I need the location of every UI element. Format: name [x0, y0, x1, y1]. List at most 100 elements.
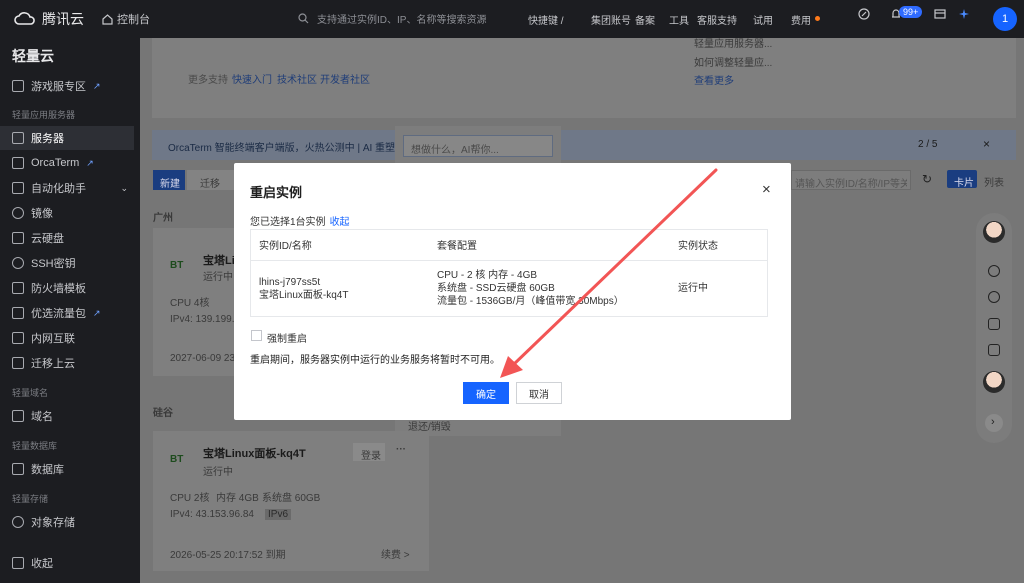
- global-search[interactable]: 支持通过实例ID、IP、名称等搜索资源: [298, 11, 486, 26]
- sidebar-item-label: 对象存储: [31, 517, 75, 529]
- assistant-avatar-2[interactable]: [983, 371, 1005, 393]
- assistant-avatar[interactable]: [983, 221, 1005, 243]
- search-icon: [298, 13, 309, 24]
- book-icon[interactable]: [988, 318, 1000, 330]
- notice-close-icon[interactable]: ×: [983, 137, 990, 151]
- sidebar-item-automation[interactable]: 自动化助手 ⌄: [0, 176, 134, 200]
- ai-sparkle-icon[interactable]: [958, 8, 970, 20]
- row-config-cpu: CPU - 2 核 内存 - 4GB: [437, 270, 538, 281]
- force-restart-label[interactable]: 强制重启: [267, 330, 307, 345]
- sidebar-item-label: 镜像: [31, 208, 53, 220]
- message-icon[interactable]: [988, 344, 1000, 356]
- col-status: 实例状态: [678, 241, 718, 252]
- user-avatar[interactable]: 1: [993, 7, 1017, 31]
- card2-ipv6-tag: IPv6: [265, 509, 292, 520]
- sidebar-item-migration[interactable]: 迁移上云: [0, 351, 134, 375]
- sidebar-item-images[interactable]: 镜像: [0, 201, 134, 225]
- chevron-right-icon[interactable]: ›: [991, 416, 995, 428]
- server-icon: [12, 132, 24, 144]
- database-icon: [12, 463, 24, 475]
- top-link-group-account[interactable]: 集团账号: [591, 12, 635, 27]
- key-icon: [12, 257, 24, 269]
- headset-icon[interactable]: [988, 265, 1000, 277]
- sidebar-item-object-storage[interactable]: 对象存储: [0, 510, 134, 534]
- force-restart-checkbox[interactable]: [251, 330, 262, 341]
- refresh-cycle-icon[interactable]: [988, 291, 1000, 303]
- brand-logo[interactable]: 腾讯云: [14, 9, 84, 29]
- row-config-traffic: 流量包 - 1536GB/月（峰值带宽 30Mbps）: [437, 296, 624, 307]
- sidebar-item-intranet[interactable]: 内网互联: [0, 326, 134, 350]
- help-link-1[interactable]: 轻量应用服务器...: [694, 35, 772, 50]
- migrate-icon: [12, 357, 24, 369]
- migrate-label: 迁移: [200, 179, 220, 190]
- more-icon[interactable]: ···: [396, 444, 406, 455]
- notification-badge: 99+: [899, 6, 923, 18]
- sidebar-item-traffic[interactable]: 优选流量包 ↗: [0, 301, 134, 325]
- sidebar-group-lighthouse: 轻量应用服务器: [12, 110, 76, 120]
- wallet-icon[interactable]: [934, 8, 946, 20]
- refresh-icon[interactable]: ↻: [922, 172, 932, 186]
- close-icon[interactable]: ×: [762, 181, 771, 198]
- ai-input-placeholder: 想做什么，AI帮你...: [411, 145, 499, 156]
- quick-entry[interactable]: 快捷键 /: [528, 12, 590, 27]
- view-card-label: 卡片: [954, 178, 974, 189]
- sidebar-item-ssh-keys[interactable]: SSH密钥: [0, 251, 134, 275]
- new-instance-label: 新建: [160, 179, 180, 190]
- support-label: 更多支持: [188, 75, 228, 86]
- collapse-link[interactable]: 收起: [330, 217, 350, 228]
- card2-disk: 系统盘 60GB: [262, 493, 321, 504]
- top-link-billing[interactable]: 费用: [791, 12, 811, 27]
- sidebar-item-database[interactable]: 数据库: [0, 457, 134, 481]
- network-icon: [12, 332, 24, 344]
- dev-community-link[interactable]: 开发者社区: [320, 71, 370, 86]
- sidebar-item-label: 迁移上云: [31, 358, 75, 370]
- sidebar-item-firewall[interactable]: 防火墙模板: [0, 276, 134, 300]
- tech-community-link[interactable]: 技术社区: [277, 71, 317, 86]
- sidebar-item-disks[interactable]: 云硬盘: [0, 226, 134, 250]
- storage-icon: [12, 516, 24, 528]
- card2-name[interactable]: 宝塔Linux面板-kq4T: [203, 445, 306, 461]
- notice-pager[interactable]: 2 / 5: [918, 139, 937, 150]
- sidebar-group-domain: 轻量域名: [12, 388, 49, 398]
- sidebar-item-servers[interactable]: 服务器: [0, 126, 134, 150]
- bt-logo-icon: BT: [170, 454, 184, 465]
- row-config-disk: 系统盘 - SSD云硬盘 60GB: [437, 283, 555, 294]
- region-guangzhou: 广州: [153, 213, 173, 224]
- view-list-button[interactable]: 列表: [984, 174, 1004, 189]
- sidebar-item-domain[interactable]: 域名: [0, 404, 134, 428]
- cancel-button[interactable]: 取消: [516, 382, 562, 404]
- confirm-button[interactable]: 确定: [463, 382, 509, 404]
- collapse-icon: [12, 557, 24, 569]
- sidebar-item-label: 优选流量包: [31, 308, 86, 320]
- sidebar-group-storage: 轻量存储: [12, 494, 49, 504]
- external-link-icon: ↗: [86, 157, 94, 168]
- sidebar-item-orcaterm[interactable]: OrcaTerm ↗: [0, 151, 134, 175]
- quickstart-link[interactable]: 快速入门: [232, 71, 272, 86]
- top-link-beian[interactable]: 备案: [635, 12, 669, 27]
- card2-status: 运行中: [203, 467, 233, 478]
- external-link-icon: ↗: [93, 307, 101, 318]
- sidebar-item-game-zone[interactable]: 游戏服专区 ↗: [0, 74, 134, 98]
- top-links: 快捷键 / 集团账号 备案 工具 客服支持 试用 费用: [528, 12, 820, 27]
- card1-status: 运行中: [203, 272, 233, 283]
- top-link-trial[interactable]: 试用: [753, 12, 791, 27]
- card2-mem: 内存 4GB: [216, 493, 259, 504]
- card2-renew[interactable]: 续费 >: [381, 546, 410, 561]
- card2-login-label: 登录: [361, 451, 381, 462]
- search-placeholder: 支持通过实例ID、IP、名称等搜索资源: [317, 15, 487, 26]
- sidebar: 轻量云 游戏服专区 ↗ 轻量应用服务器 服务器 OrcaTerm ↗ 自动化助手 ⌄ …: [0, 38, 140, 583]
- row-instance-name: 宝塔Linux面板-kq4T: [259, 290, 349, 301]
- top-link-tools[interactable]: 工具: [669, 12, 697, 27]
- compass-icon[interactable]: [858, 8, 870, 20]
- sidebar-collapse[interactable]: 收起: [0, 551, 134, 575]
- console-home-link[interactable]: 控制台: [102, 11, 150, 27]
- help-link-2[interactable]: 如何调整轻量应...: [694, 54, 772, 69]
- shield-icon: [12, 282, 24, 294]
- top-link-support[interactable]: 客服支持: [697, 12, 753, 27]
- sidebar-item-label: 防火墙模板: [31, 283, 86, 295]
- view-more-link[interactable]: 查看更多: [694, 72, 734, 87]
- billing-dot: [815, 16, 820, 21]
- domain-icon: [12, 410, 24, 422]
- sidebar-title: 轻量云: [12, 48, 54, 64]
- sidebar-item-label: SSH密钥: [31, 258, 76, 270]
